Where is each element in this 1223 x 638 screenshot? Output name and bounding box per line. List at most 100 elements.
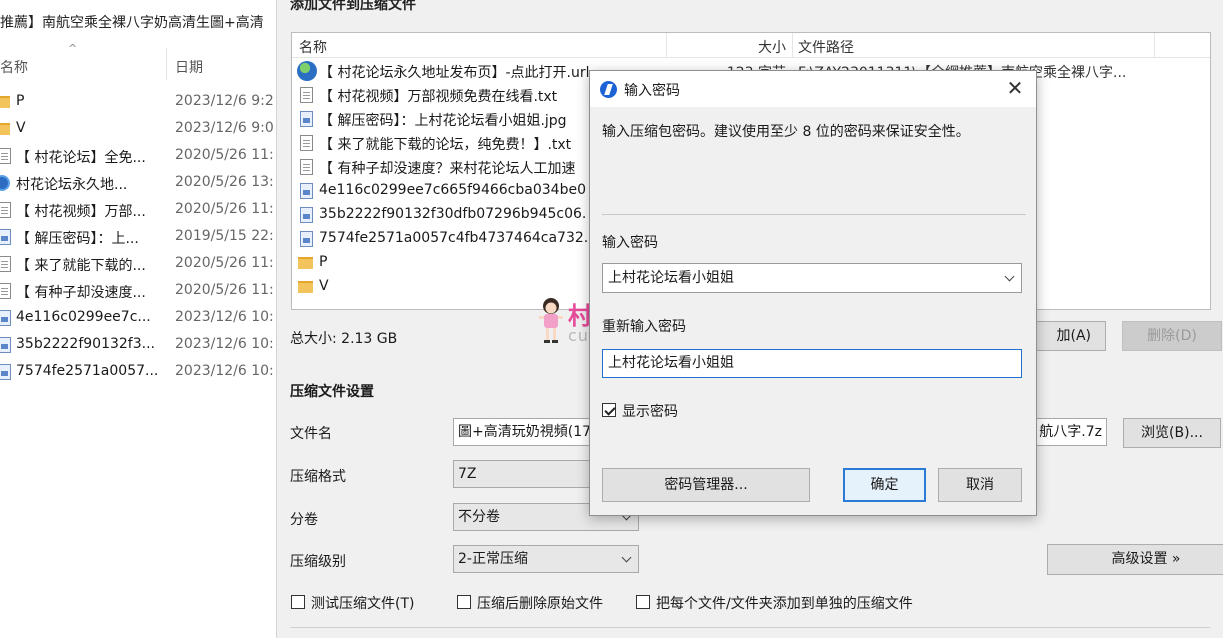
explorer-row-date: 2020/5/26 11: [175, 147, 274, 163]
divider [290, 627, 1210, 628]
checkbox-label: 压缩后删除原始文件 [477, 596, 603, 612]
advanced-settings-button[interactable]: 高级设置 » [1047, 544, 1223, 575]
explorer-row-date: 2023/12/6 10: [175, 309, 274, 325]
explorer-row[interactable]: 村花论坛永久地... 2020/5/26 13: [0, 170, 276, 197]
explorer-row[interactable]: 【 解压密码】：上... 2019/5/15 22: [0, 224, 276, 251]
dialog-description: 输入压缩包密码。建议使用至少 8 位的密码来保证安全性。 [602, 124, 970, 140]
explorer-row-name: 【 来了就能下载的... [16, 258, 146, 274]
file-name: P [319, 254, 328, 270]
file-name: 【 有种子却没速度？来村花论坛人工加速 [319, 161, 576, 177]
explorer-row-name: V [16, 120, 26, 136]
explorer-row-name: 4e116c0299ee7c... [16, 309, 151, 325]
explorer-row[interactable]: 4e116c0299ee7c... 2023/12/6 10: [0, 305, 276, 332]
checkbox-box[interactable] [602, 403, 616, 417]
image-icon [300, 111, 313, 127]
folder-icon [298, 281, 313, 293]
explorer-row-date: 2023/12/6 10: [175, 363, 274, 379]
checkbox-box[interactable] [636, 595, 650, 609]
checkbox-box[interactable] [291, 595, 305, 609]
explorer-row-date: 2023/12/6 9:0 [175, 120, 274, 136]
archive-window-title: 添加文件到压缩文件 [290, 0, 416, 13]
compression-level-select[interactable]: 2-正常压缩 [453, 545, 639, 573]
explorer-row[interactable]: 【 有种子却没速度... 2020/5/26 11: [0, 278, 276, 305]
explorer-row[interactable]: 7574fe2571a0057... 2023/12/6 10: [0, 359, 276, 386]
sort-ascending-icon: ^ [68, 42, 78, 55]
document-icon [0, 148, 11, 164]
delete-files-button[interactable]: 删除(D) [1122, 321, 1222, 351]
explorer-row-name: 7574fe2571a0057... [16, 363, 159, 379]
explorer-row-date: 2023/12/6 9:2 [175, 93, 274, 109]
filename-label: 文件名 [290, 426, 332, 442]
file-list-header: 名称 大小 文件路径 [292, 33, 1210, 58]
document-icon [300, 135, 313, 151]
explorer-row[interactable]: 35b2222f90132f3... 2023/12/6 10: [0, 332, 276, 359]
image-icon [300, 207, 313, 223]
checkbox-label: 显示密码 [622, 404, 678, 420]
format-label: 压缩格式 [290, 469, 346, 485]
document-icon [0, 202, 11, 218]
checkbox-box[interactable] [457, 595, 471, 609]
folder-icon [0, 123, 10, 135]
globe-icon [297, 61, 317, 81]
folder-icon [0, 96, 10, 108]
explorer-path-title: 推薦】南航空乘全裸八字奶高清生圖+高清 [0, 15, 264, 31]
explorer-row[interactable]: 【 村花论坛】全免... 2020/5/26 11: [0, 143, 276, 170]
confirm-password-input[interactable]: 上村花论坛看小姐姐 [602, 349, 1022, 378]
dialog-title: 输入密码 [624, 83, 680, 99]
image-icon [300, 231, 313, 247]
file-explorer-pane: 推薦】南航空乘全裸八字奶高清生圖+高清 名称 ^ 日期 P 2023/12/6 9… [0, 0, 276, 638]
column-divider[interactable] [666, 33, 667, 58]
column-divider[interactable] [1154, 33, 1155, 58]
file-name: 7574fe2571a0057c4fb4737464ca732. [319, 230, 589, 246]
document-icon [0, 283, 11, 299]
checkbox-label: 把每个文件/文件夹添加到单独的压缩文件 [656, 596, 913, 612]
image-icon [300, 183, 313, 199]
total-size-label: 总大小: 2.13 GB [290, 331, 398, 347]
cancel-button[interactable]: 取消 [938, 468, 1022, 502]
file-name: 4e116c0299ee7c665f9466cba034be0 [319, 182, 586, 198]
column-header-path[interactable]: 文件路径 [798, 37, 854, 57]
explorer-row[interactable]: 【 来了就能下载的... 2020/5/26 11: [0, 251, 276, 278]
explorer-row-name: 【 有种子却没速度... [16, 285, 146, 301]
password-label: 输入密码 [602, 235, 658, 251]
explorer-row-name: 【 解压密码】：上... [16, 231, 139, 247]
file-name: 35b2222f90132f30dfb07296b945c06. [319, 206, 587, 222]
password-manager-button[interactable]: 密码管理器... [602, 468, 810, 502]
explorer-column-name[interactable]: 名称 [0, 57, 28, 77]
document-icon [300, 87, 313, 103]
explorer-row-date: 2020/5/26 11: [175, 282, 274, 298]
explorer-row[interactable]: 【 村花视频】万部... 2020/5/26 11: [0, 197, 276, 224]
file-name: 【 来了就能下载的论坛，纯免费！】.txt [319, 137, 572, 153]
archive-filename-input-tail[interactable]: 航八字.7z [1029, 418, 1107, 446]
browse-button[interactable]: 浏览(B)... [1123, 418, 1221, 448]
web-shortcut-icon [0, 175, 10, 191]
confirm-password-label: 重新输入密码 [602, 319, 686, 335]
explorer-row-date: 2020/5/26 11: [175, 201, 274, 217]
level-label: 压缩级别 [290, 554, 346, 570]
explorer-row-date: 2023/12/6 10: [175, 336, 274, 352]
explorer-column-header: 名称 ^ 日期 [0, 40, 276, 90]
image-icon [0, 337, 11, 353]
explorer-column-date[interactable]: 日期 [175, 57, 203, 77]
dialog-titlebar[interactable]: 输入密码 ✕ [590, 71, 1036, 107]
explorer-row[interactable]: P 2023/12/6 9:2 [0, 89, 276, 116]
column-header-size[interactable]: 大小 [756, 37, 786, 57]
password-input[interactable]: 上村花论坛看小姐姐 [602, 263, 1022, 293]
column-header-name[interactable]: 名称 [299, 37, 327, 57]
explorer-row-name: 村花论坛永久地... [16, 177, 128, 193]
close-icon[interactable]: ✕ [1000, 77, 1030, 101]
document-icon [0, 256, 11, 272]
explorer-row-name: 【 村花论坛】全免... [16, 150, 146, 166]
folder-icon [298, 257, 313, 269]
image-icon [0, 229, 11, 245]
file-name: 【 村花论坛永久地址发布页】-点此打开.url [319, 65, 590, 81]
column-divider[interactable] [166, 48, 167, 80]
explorer-row[interactable]: V 2023/12/6 9:0 [0, 116, 276, 143]
explorer-row-date: 2019/5/15 22: [175, 228, 274, 244]
ok-button[interactable]: 确定 [843, 468, 926, 502]
column-divider[interactable] [792, 33, 793, 58]
file-name: 【 解压密码】：上村花论坛看小姐姐.jpg [319, 113, 567, 129]
explorer-row-name: 【 村花视频】万部... [16, 204, 146, 220]
divider [602, 214, 1026, 215]
explorer-row-name: P [16, 93, 25, 109]
